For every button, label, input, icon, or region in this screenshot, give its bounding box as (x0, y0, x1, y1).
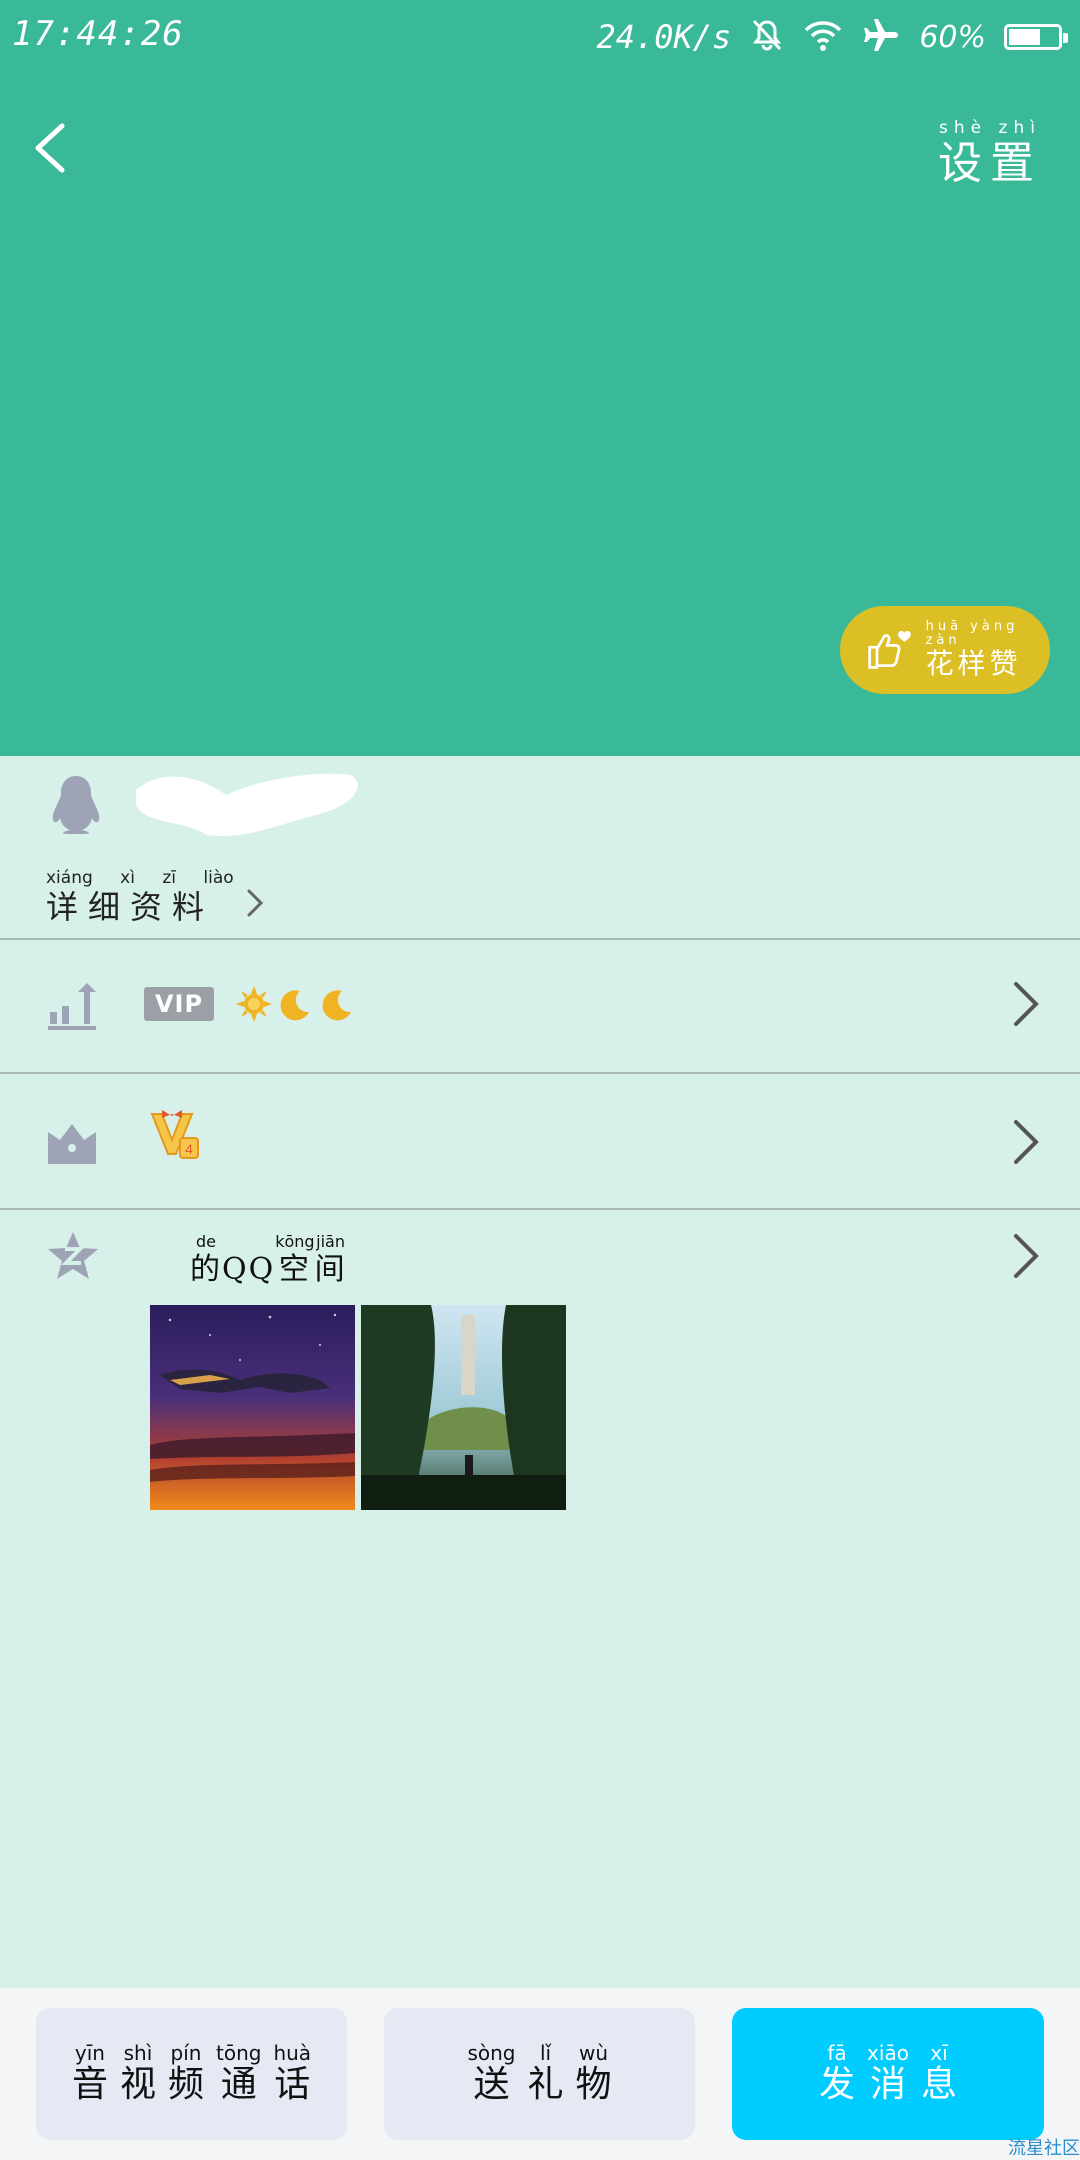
like-label: 花样赞 (925, 647, 1022, 680)
send-message-button[interactable]: fā 发 xiāo 消 xī 息 (732, 2008, 1044, 2140)
network-speed: 24.0K/s (596, 18, 732, 56)
membership-row[interactable]: 4 (0, 1072, 1080, 1210)
message-char: 发 (819, 2064, 856, 2105)
battery-percent: 60% (919, 19, 986, 55)
level-up-icon (48, 983, 96, 1030)
detail-info-link[interactable]: xiáng xì zī liào 详细资料 (46, 868, 264, 926)
qzone-title: de 的 QQ kōng 空 jiān 间 (190, 1232, 347, 1288)
thumbs-up-heart-icon (868, 631, 911, 669)
battery-icon (1004, 24, 1068, 50)
qzone-title-pinyin (222, 1232, 275, 1252)
qzone-photo-thumbnail[interactable] (361, 1305, 566, 1510)
gift-char: 物 (575, 2064, 612, 2105)
message-pinyin: fā (827, 2041, 847, 2065)
message-char: 息 (920, 2064, 957, 2105)
back-button[interactable] (28, 118, 78, 178)
bell-off-icon (749, 17, 785, 57)
message-char: 消 (869, 2064, 906, 2105)
qzone-title-pinyin: jiān (316, 1232, 345, 1251)
moon-icon (280, 990, 309, 1021)
chevron-right-icon (1014, 982, 1039, 1026)
call-char: 话 (274, 2064, 311, 2105)
settings-pinyin: shè zhì (939, 118, 1041, 138)
chevron-right-icon (1014, 1120, 1039, 1164)
moon-icon (322, 990, 351, 1021)
sun-icon (236, 986, 272, 1022)
gift-pinyin: lǐ (539, 2041, 552, 2065)
gift-pinyin: wù (579, 2041, 609, 2065)
bottom-action-bar: yīn 音 shì 视 pín 频 tōng 通 huà 话 sòng 送 lǐ 礼 wù 物 … (0, 1988, 1080, 2160)
qzone-title-pinyin: de (196, 1232, 216, 1251)
battery-level (1009, 29, 1041, 45)
wifi-icon (803, 18, 843, 56)
watermark: 流星社区 (1008, 2138, 1080, 2159)
detail-label: 详细资料 (46, 888, 215, 926)
call-char: 频 (167, 2064, 204, 2105)
svg-text:4: 4 (185, 1141, 193, 1157)
vip-level-badge-icon: 4 (150, 1110, 199, 1159)
qzone-title-pinyin: kōng (275, 1232, 315, 1251)
call-char: 视 (119, 2064, 156, 2105)
call-pinyin: yīn (74, 2041, 105, 2065)
settings-label: 设置 (938, 138, 1042, 189)
gift-char: 礼 (527, 2064, 564, 2105)
qzone-title-char: 空 (278, 1252, 311, 1287)
chevron-right-icon (1014, 1234, 1039, 1278)
like-pinyin: huā yàng zàn (925, 619, 1019, 648)
call-pinyin: huà (273, 2041, 312, 2065)
chevron-right-icon (247, 889, 263, 917)
qzone-photo-thumbnail[interactable] (150, 1305, 355, 1510)
header: 17:44:26 24.0K/s 60% shè zhì 设置 huā yàng… (0, 0, 1080, 756)
settings-button[interactable]: shè zhì 设置 (938, 118, 1042, 190)
video-call-button[interactable]: yīn 音 shì 视 pín 频 tōng 通 huà 话 (36, 2008, 347, 2140)
detail-pinyin: xiáng xì zī liào (46, 868, 234, 888)
gift-char: 送 (473, 2064, 510, 2105)
qzone-star-icon (48, 1232, 98, 1279)
call-pinyin: shì (123, 2041, 153, 2065)
crown-icon (48, 1124, 96, 1164)
call-pinyin: pín (170, 2041, 202, 2065)
qzone-title-char: 间 (314, 1252, 347, 1287)
avatar[interactable] (50, 774, 102, 834)
redacted-nickname (136, 773, 358, 836)
like-button[interactable]: huā yàng zàn 花样赞 (840, 606, 1050, 694)
status-bar: 17:44:26 24.0K/s 60% (0, 0, 1080, 75)
qzone-title-char: 的 (190, 1252, 222, 1287)
send-gift-button[interactable]: sòng 送 lǐ 礼 wù 物 (384, 2008, 695, 2140)
vip-badge: VIP (144, 987, 214, 1021)
qq-penguin-icon (52, 776, 100, 834)
gift-pinyin: sòng (467, 2041, 516, 2065)
call-char: 通 (220, 2064, 257, 2105)
qzone-title-char: QQ (222, 1252, 276, 1287)
status-time: 17:44:26 (12, 14, 184, 54)
call-pinyin: tōng (215, 2041, 262, 2065)
message-pinyin: xiāo (867, 2041, 909, 2065)
chevron-left-icon (35, 123, 65, 173)
message-pinyin: xī (930, 2041, 948, 2065)
airplane-icon (861, 15, 901, 59)
call-char: 音 (71, 2064, 108, 2105)
